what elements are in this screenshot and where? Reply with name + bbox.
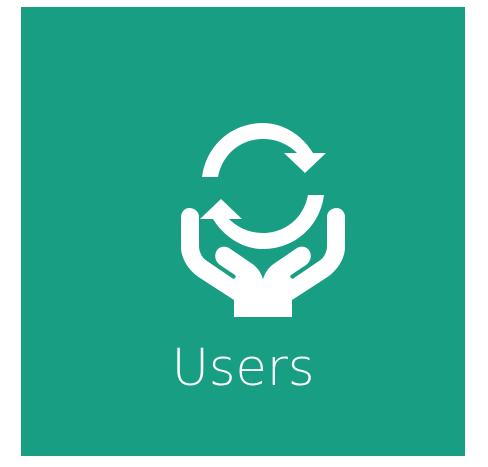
users-tile[interactable]: Users: [21, 7, 465, 456]
hands-recycle-icon: [173, 105, 353, 317]
tile-label: Users: [171, 339, 315, 398]
